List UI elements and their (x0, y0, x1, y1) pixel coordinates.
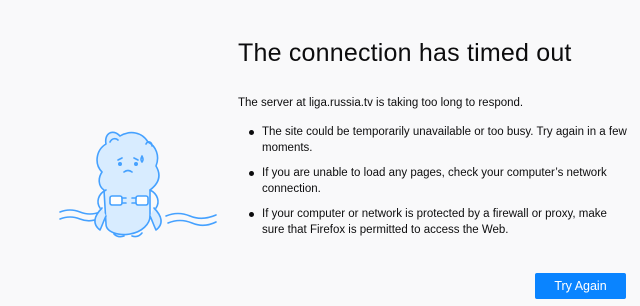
error-page: The connection has timed out The server … (0, 0, 640, 306)
error-reasons-list: The site could be temporarily unavailabl… (238, 124, 630, 238)
list-item-text: If your computer or network is protected… (262, 208, 607, 236)
bullet-icon (249, 212, 254, 217)
list-item-text: If you are unable to load any pages, che… (262, 167, 607, 195)
error-description: The server at liga.russia.tv is taking t… (238, 97, 524, 109)
error-content: The connection has timed out The server … (238, 38, 630, 247)
page-title: The connection has timed out (238, 39, 572, 67)
list-item: If you are unable to load any pages, che… (238, 165, 630, 197)
bullet-icon (249, 130, 254, 135)
list-item: If your computer or network is protected… (238, 206, 630, 238)
unplugged-creature-icon (59, 131, 217, 238)
list-item: The site could be temporarily unavailabl… (238, 124, 630, 156)
list-item-text: The site could be temporarily unavailabl… (262, 126, 627, 154)
bullet-icon (249, 171, 254, 176)
try-again-button[interactable]: Try Again (535, 273, 626, 299)
